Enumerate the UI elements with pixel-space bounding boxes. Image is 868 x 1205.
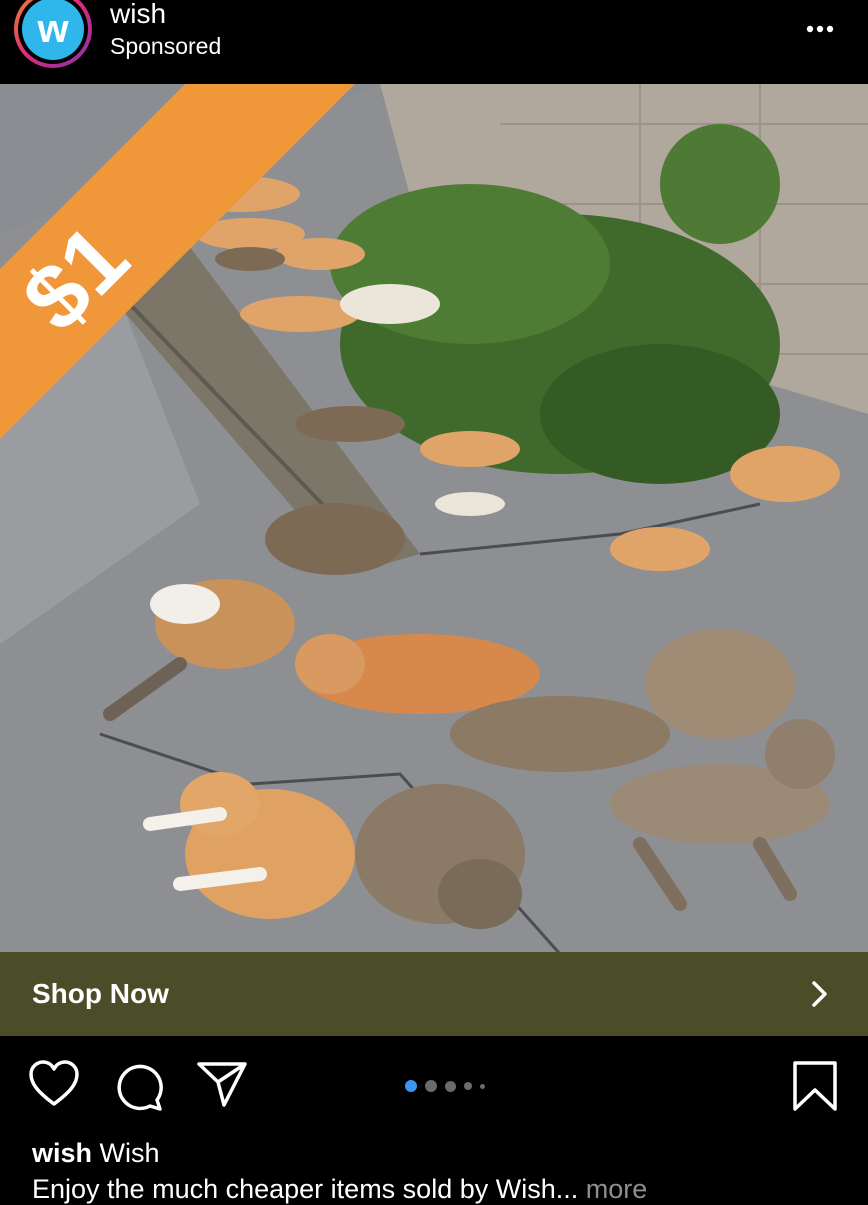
send-icon[interactable] <box>196 1060 248 1108</box>
more-dots-icon[interactable] <box>800 14 840 44</box>
bookmark-icon[interactable] <box>792 1060 838 1112</box>
caption-header: wish Wish <box>32 1138 160 1169</box>
carousel-dot-active <box>405 1080 417 1092</box>
avatar[interactable]: w <box>14 0 92 68</box>
comment-icon[interactable] <box>112 1060 164 1112</box>
carousel-dot <box>425 1080 437 1092</box>
carousel-dot <box>480 1083 485 1089</box>
chevron-right-icon <box>812 981 827 1007</box>
carousel-dot <box>445 1080 456 1092</box>
caption-username[interactable]: wish <box>32 1138 92 1168</box>
caption: Enjoy the much cheaper items sold by Wis… <box>32 1174 647 1205</box>
caption-display-name: Wish <box>99 1138 160 1168</box>
carousel-indicator <box>405 1080 485 1092</box>
post-photo[interactable]: $1 <box>0 84 868 952</box>
heart-icon[interactable] <box>28 1060 80 1108</box>
wish-logo: w <box>22 0 84 60</box>
sponsored-label: Sponsored <box>110 33 222 59</box>
post-actions <box>0 1036 868 1136</box>
account-name[interactable]: wish <box>110 0 166 30</box>
shop-now-label: Shop Now <box>32 978 169 1009</box>
post-header: w wish Sponsored <box>0 0 868 84</box>
carousel-dot <box>464 1082 472 1090</box>
shop-now-bar[interactable]: Shop Now <box>0 952 868 1036</box>
